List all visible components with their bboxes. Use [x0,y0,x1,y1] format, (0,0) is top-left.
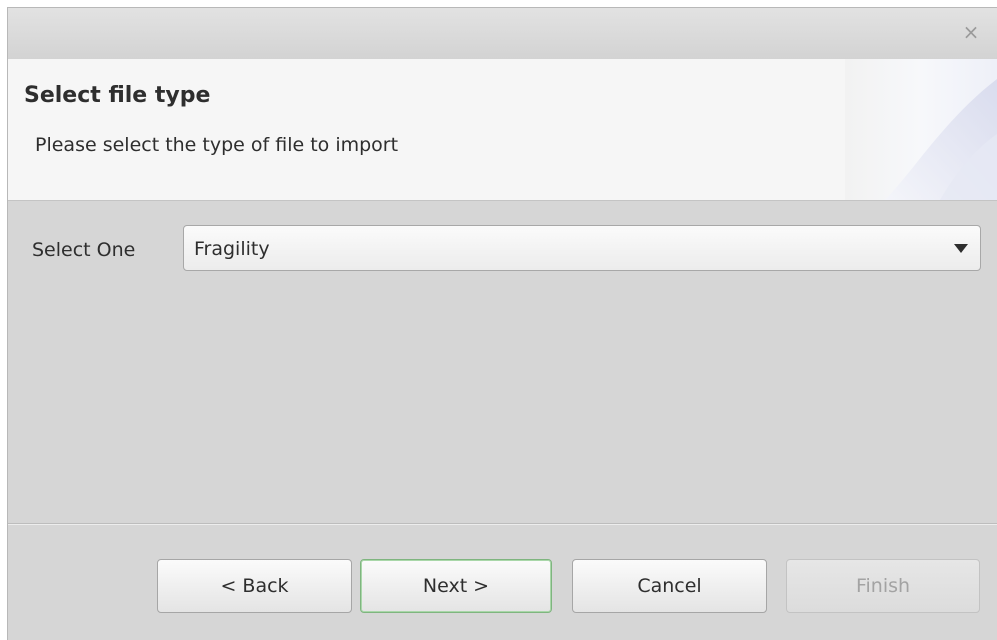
finish-button[interactable]: Finish [786,559,980,613]
wizard-content: Select One Fragility [8,201,997,523]
wizard-header: Select file type Please select the type … [8,59,997,201]
back-button[interactable]: < Back [157,559,352,613]
page-description: Please select the type of file to import [35,134,399,156]
file-type-dropdown[interactable]: Fragility [183,225,981,271]
next-button[interactable]: Next > [360,559,552,613]
wizard-button-bar: < Back Next > Cancel Finish [8,525,997,640]
chevron-down-icon [954,244,968,253]
file-type-selected-value: Fragility [194,238,270,260]
import-wizard-dialog: × Select file type Please select the typ… [7,7,997,640]
title-bar[interactable]: × [8,8,997,59]
close-icon[interactable]: × [959,20,983,44]
header-decoration [845,59,997,200]
page-title: Select file type [24,83,211,108]
file-type-label: Select One [32,239,136,261]
cancel-button[interactable]: Cancel [572,559,767,613]
header-swoosh-image [885,79,997,200]
